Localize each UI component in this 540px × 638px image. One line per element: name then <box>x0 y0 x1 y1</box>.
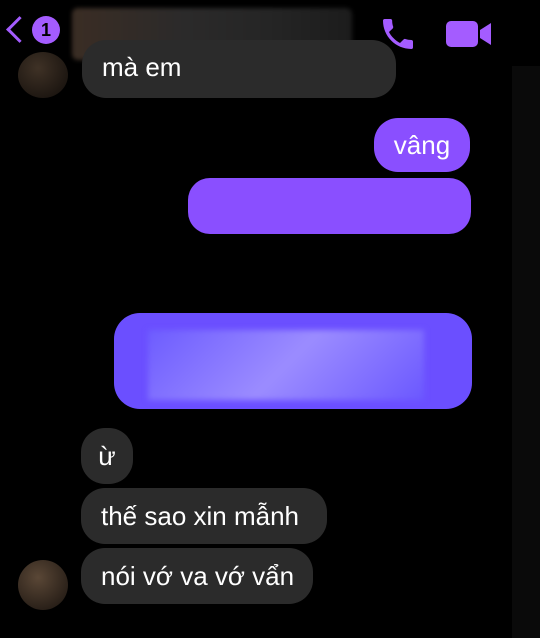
message-received[interactable]: nói vớ va vớ vẩn <box>81 548 313 604</box>
message-text: nói vớ va vớ vẩn <box>101 561 295 591</box>
redacted-content <box>148 330 424 400</box>
message-text: ừ <box>98 441 116 471</box>
screen-edge <box>512 0 540 638</box>
message-received[interactable]: mà em <box>82 40 396 98</box>
message-text: mà em <box>102 52 182 82</box>
message-sent[interactable] <box>188 178 471 234</box>
avatar[interactable] <box>18 52 68 98</box>
avatar[interactable] <box>18 560 68 610</box>
back-button[interactable]: 1 <box>6 16 68 52</box>
message-received[interactable]: thế sao xin mẫnh <box>81 488 327 544</box>
message-text: vâng <box>393 130 451 160</box>
message-sent[interactable]: vâng <box>374 118 470 172</box>
message-received[interactable]: ừ <box>81 428 133 484</box>
video-camera-icon[interactable] <box>444 16 494 52</box>
unread-count-badge: 1 <box>32 16 60 44</box>
message-text: thế sao xin mẫnh <box>101 501 300 531</box>
chevron-left-icon <box>6 16 33 43</box>
